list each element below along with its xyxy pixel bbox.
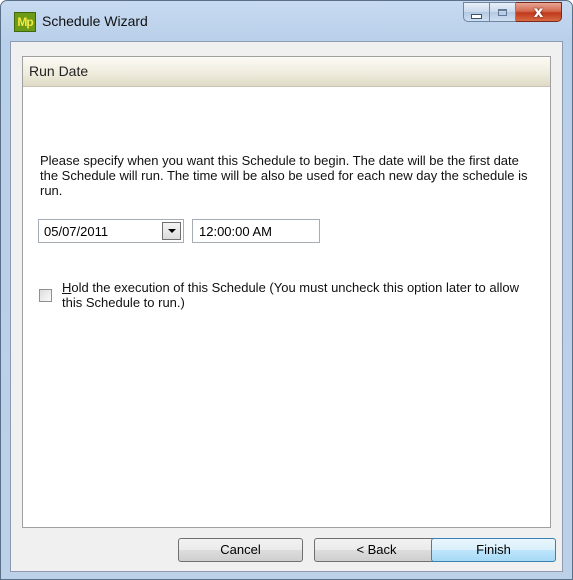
maximize-icon bbox=[498, 8, 507, 16]
back-button[interactable]: < Back bbox=[314, 538, 439, 562]
close-icon: x bbox=[533, 3, 544, 21]
run-date-picker[interactable]: 05/07/2011 bbox=[38, 219, 184, 243]
close-button[interactable]: x bbox=[516, 2, 562, 22]
hold-execution-checkbox[interactable] bbox=[39, 289, 52, 302]
caption-buttons: x bbox=[463, 2, 562, 24]
page-header: Run Date bbox=[23, 57, 550, 87]
run-time-field[interactable]: 12:00:00 AM bbox=[192, 219, 320, 243]
title-bar[interactable]: Mp Schedule Wizard x bbox=[1, 1, 572, 41]
hold-label-text: old the execution of this Schedule (You … bbox=[62, 280, 519, 310]
minimize-button[interactable] bbox=[463, 2, 490, 22]
finish-button[interactable]: Finish bbox=[431, 538, 556, 562]
run-time-value[interactable]: 12:00:00 AM bbox=[199, 224, 272, 239]
maximize-button[interactable] bbox=[490, 2, 516, 22]
date-dropdown-button[interactable] bbox=[162, 222, 181, 240]
window-title: Schedule Wizard bbox=[42, 13, 148, 29]
page-title: Run Date bbox=[29, 63, 89, 79]
wizard-page-panel: Run Date Please specify when you want th… bbox=[22, 56, 551, 528]
hold-execution-label[interactable]: Hold the execution of this Schedule (You… bbox=[62, 280, 542, 310]
minimize-icon bbox=[471, 13, 482, 19]
run-date-value[interactable]: 05/07/2011 bbox=[44, 224, 108, 239]
cancel-button[interactable]: Cancel bbox=[178, 538, 303, 562]
hold-access-key: H bbox=[62, 280, 72, 295]
instructions-text: Please specify when you want this Schedu… bbox=[40, 153, 528, 198]
dialog-client-area: Run Date Please specify when you want th… bbox=[10, 41, 563, 572]
app-icon: Mp bbox=[14, 12, 36, 32]
dropdown-arrow-icon bbox=[167, 229, 176, 233]
schedule-wizard-window: Mp Schedule Wizard x Run Date Please spe… bbox=[0, 0, 573, 580]
